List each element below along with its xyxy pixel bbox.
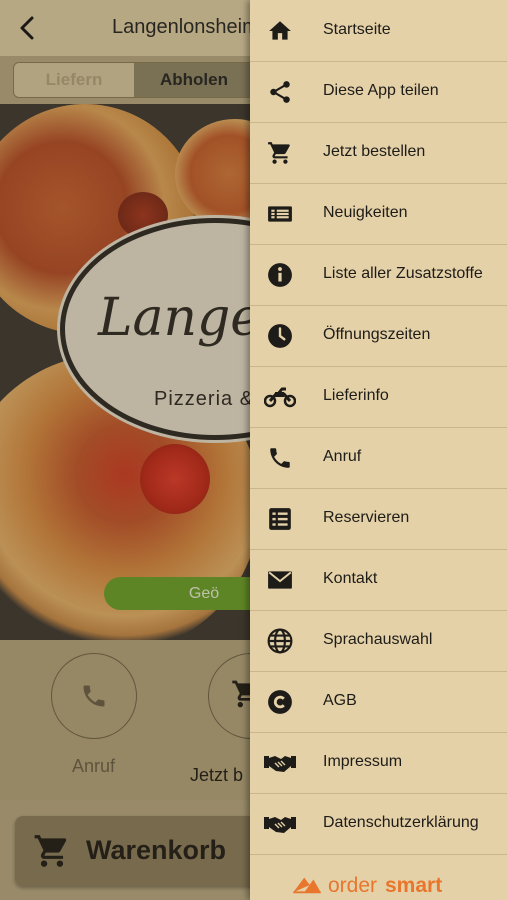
menu-item-contact[interactable]: Kontakt [250,549,507,611]
envelope-icon [268,571,292,589]
copyright-icon [268,690,292,714]
share-icon [270,81,290,103]
menu-item-label: Startseite [323,21,391,38]
menu-item-news[interactable]: Neuigkeiten [250,183,507,245]
menu-item-label: Liste aller Zusatzstoffe [323,265,483,282]
brand-smart: smart [385,874,443,897]
motorbike-icon [264,387,296,408]
menu-item-startseite[interactable]: Startseite [250,0,507,62]
menu-item-terms[interactable]: AGB [250,671,507,733]
menu-item-label: Neuigkeiten [323,204,408,221]
cart-icon [268,142,290,164]
info-icon [268,263,292,287]
drawer-overlay[interactable] [0,0,250,900]
phone-icon [270,448,290,468]
ordersmart-logo: order smart [290,872,460,898]
menu-item-label: Impressum [323,753,403,770]
menu-item-label: AGB [323,692,357,709]
handshake-icon [264,817,296,833]
menu-item-privacy[interactable]: Datenschutzerklärung [250,793,507,855]
brand-order: order [328,874,378,897]
list-icon [269,508,291,530]
menu-item-label: Kontakt [323,570,378,587]
menu-item-additives[interactable]: Liste aller Zusatzstoffe [250,244,507,306]
handshake-icon [264,756,296,772]
menu-item-label: Diese App teilen [323,82,439,99]
menu-item-language[interactable]: Sprachauswahl [250,610,507,672]
menu-item-label: Datenschutzerklärung [323,814,479,831]
menu-item-opening-hours[interactable]: Öffnungszeiten [250,305,507,367]
menu-item-order-now[interactable]: Jetzt bestellen [250,122,507,184]
menu-item-reserve[interactable]: Reservieren [250,488,507,550]
side-menu: Startseite Diese App teilen Jetzt bestel… [250,0,507,900]
clock-icon [268,324,292,348]
menu-item-call[interactable]: Anruf [250,427,507,489]
news-icon [268,206,292,222]
menu-item-share-app[interactable]: Diese App teilen [250,61,507,123]
menu-item-label: Jetzt bestellen [323,143,426,160]
menu-item-delivery-info[interactable]: Lieferinfo [250,366,507,428]
home-icon [269,21,291,40]
menu-item-label: Anruf [323,448,362,465]
menu-item-label: Öffnungszeiten [323,326,431,343]
menu-item-label: Sprachauswahl [323,631,433,648]
globe-icon [267,628,293,654]
menu-item-imprint[interactable]: Impressum [250,732,507,794]
menu-item-label: Lieferinfo [323,387,389,404]
menu-item-label: Reservieren [323,509,410,526]
ordersmart-logo-icon [293,877,321,894]
